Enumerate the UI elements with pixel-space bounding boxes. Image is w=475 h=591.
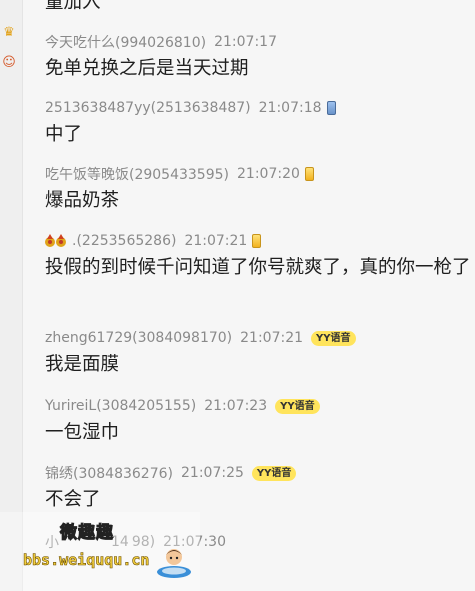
message-header: .(2253565286) 21:07:21 [45, 231, 475, 251]
chat-message: 吃午饭等晚饭(2905433595) 21:07:20 爆品奶茶 [45, 164, 475, 217]
chat-message: 锦绣(3084836276) 21:07:25 YY语音 不会了 [45, 463, 475, 516]
crown-icon [45, 233, 67, 249]
crown-strip-icon: ♛ [3, 25, 15, 40]
message-time: 21:07:23 [204, 398, 268, 414]
yy-voice-badge[interactable]: YY语音 [311, 330, 356, 346]
chat-message: 今天吃什么(994026810) 21:07:17 免单兑换之后是当天过期 [45, 32, 475, 85]
message-header: 锦绣(3084836276) 21:07:25 YY语音 [45, 463, 475, 483]
message-text: 中了 [45, 124, 83, 145]
sender-name[interactable]: 锦绣(3084836276) [45, 463, 173, 483]
message-time: 21:07:20 [237, 166, 300, 182]
mobile-phone-icon [252, 234, 262, 248]
sender-name[interactable]: YurireiL(3084205155) [45, 398, 196, 414]
message-header: 2513638487yy(2513638487) 21:07:18 [45, 98, 475, 118]
chat-message: 量加入 [45, 0, 475, 19]
message-time: 21:07:21 [184, 233, 248, 249]
chat-message: zheng61729(3084098170) 21:07:21 YY语音 我是面… [45, 328, 475, 381]
sender-name[interactable]: 2513638487yy(2513638487) [45, 100, 251, 116]
chat-message: 2513638487yy(2513638487) 21:07:18 中了 [45, 98, 475, 151]
watermark-mascot-icon [154, 543, 194, 579]
sender-name[interactable]: zheng61729(3084098170) [45, 330, 232, 346]
message-header: YurireiL(3084205155) 21:07:23 YY语音 [45, 396, 475, 416]
message-text: 量加入 [45, 0, 101, 13]
mobile-phone-icon [304, 167, 314, 181]
chat-message: .(2253565286) 21:07:21 投假的到时候千问知道了你号就爽了，… [45, 231, 475, 284]
message-header: zheng61729(3084098170) 21:07:21 YY语音 [45, 328, 475, 348]
sender-name[interactable]: 吃午饭等晚饭(2905433595) [45, 164, 229, 184]
message-text: 一包湿巾 [45, 422, 120, 443]
message-text: 爆品奶茶 [45, 190, 120, 211]
chat-message: YurireiL(3084205155) 21:07:23 YY语音 一包湿巾 [45, 396, 475, 449]
yy-voice-badge[interactable]: YY语音 [251, 465, 297, 481]
message-text: 我是面膜 [45, 354, 120, 375]
watermark-title: 微趣趣 [60, 523, 114, 544]
chat-log[interactable]: 量加入 今天吃什么(994026810) 21:07:17 免单兑换之后是当天过… [45, 0, 475, 591]
message-header: 吃午饭等晚饭(2905433595) 21:07:20 [45, 164, 475, 184]
message-time: 21:07:25 [181, 465, 244, 481]
sender-name[interactable]: .(2253565286) [72, 233, 176, 249]
message-time: 21:07:18 [258, 100, 322, 116]
message-time: 21:07:17 [214, 34, 277, 50]
message-header: 今天吃什么(994026810) 21:07:17 [45, 32, 475, 52]
mobile-phone-icon [326, 101, 336, 115]
yy-voice-badge[interactable]: YY语音 [275, 398, 320, 414]
message-text: 投假的到时候千问知道了你号就爽了，真的你一枪了 [45, 257, 471, 278]
sender-name[interactable]: 今天吃什么(994026810) [45, 32, 206, 52]
left-strip: ♛ ☺ [0, 0, 23, 591]
watermark-url: bbs.weiququ.cn [23, 551, 150, 570]
message-time: 21:07:21 [240, 330, 304, 346]
emoji-strip-icon: ☺ [2, 55, 16, 70]
message-text: 免单兑换之后是当天过期 [45, 58, 249, 79]
